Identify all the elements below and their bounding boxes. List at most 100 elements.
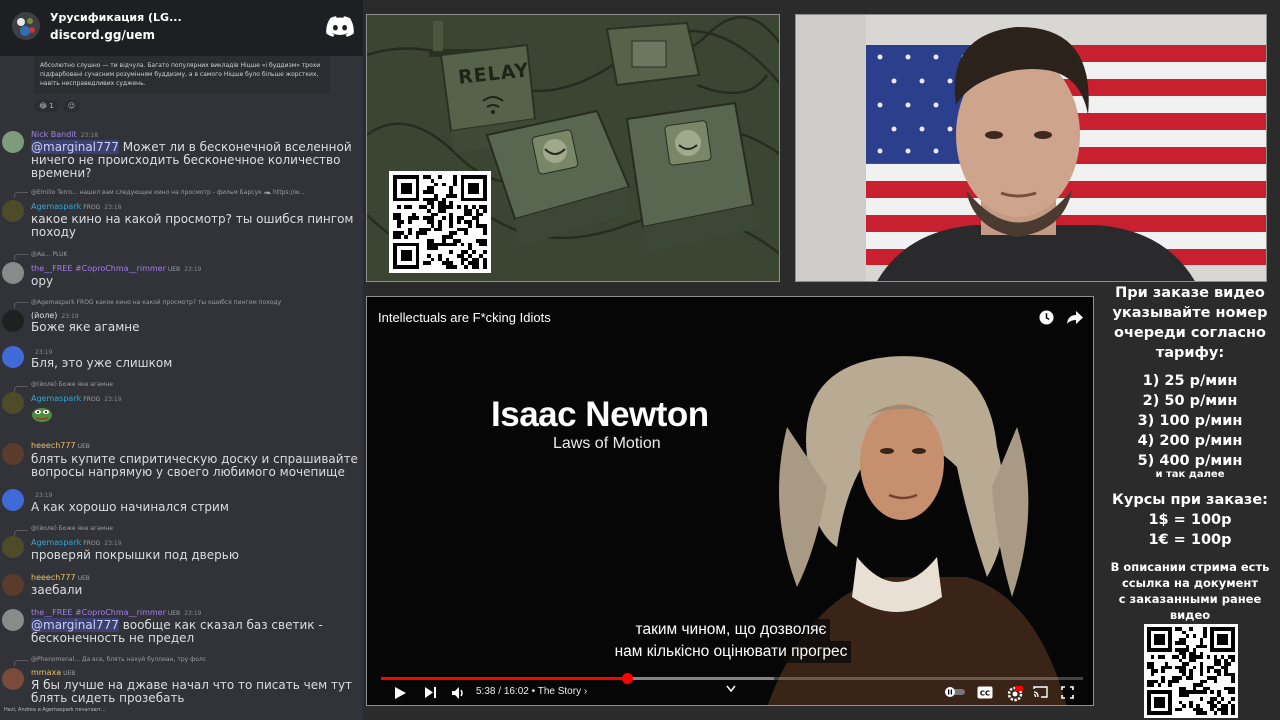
qr-module bbox=[1161, 669, 1165, 673]
reaction-laugh[interactable]: 😂 1 bbox=[34, 100, 59, 112]
qr-module bbox=[464, 265, 469, 269]
qr-module bbox=[1203, 644, 1207, 649]
qr-module bbox=[1206, 655, 1211, 659]
webcam-scene bbox=[796, 15, 1266, 281]
qr-module bbox=[400, 182, 412, 194]
message-time: 23:19 bbox=[104, 540, 122, 547]
reply-preview[interactable]: @Emilio Terro... нашел вам следующее кин… bbox=[31, 189, 305, 196]
message-author[interactable]: Agemaspark FROG 23:19 bbox=[31, 538, 122, 547]
qr-module bbox=[430, 205, 435, 209]
next-icon[interactable] bbox=[424, 686, 437, 699]
slide-heading: Isaac Newton bbox=[491, 395, 709, 434]
reaction-bar: 😂 1 ☺ bbox=[34, 100, 81, 112]
svg-text:CC: CC bbox=[980, 690, 990, 698]
qr-module bbox=[441, 208, 446, 213]
tariff-item: 5) 400 р/мин bbox=[1137, 453, 1243, 469]
reaction-emoji: ☺ bbox=[67, 102, 76, 110]
qr-module bbox=[1157, 683, 1162, 687]
settings-icon[interactable] bbox=[1007, 686, 1023, 702]
qr-module bbox=[1168, 683, 1172, 687]
qr-module bbox=[1203, 690, 1207, 694]
username: the__FREE #CoproChma__rimmer bbox=[31, 264, 166, 273]
stream-layout: Урусификация (LG... discord.gg/uem Абсол… bbox=[0, 0, 1280, 720]
message-author[interactable]: Agemaspark FROG 23:19 bbox=[31, 394, 122, 403]
video-player[interactable]: Intellectuals are F*cking Idiots Isaac N… bbox=[366, 296, 1094, 706]
qr-module bbox=[441, 182, 446, 187]
volume-icon[interactable] bbox=[451, 686, 465, 700]
reply-preview[interactable]: @Phenomenal... Да все, блять нахуй булли… bbox=[31, 656, 206, 663]
reply-connector bbox=[14, 192, 28, 198]
reply-preview[interactable]: @Aa... PLUK bbox=[31, 251, 67, 258]
discord-server-header[interactable]: Урусификация (LG... discord.gg/uem bbox=[0, 0, 363, 56]
qr-module bbox=[1154, 697, 1165, 708]
message-author[interactable]: Agemaspark FROG 23:18 bbox=[31, 202, 122, 211]
course-item: 1$ = 100р bbox=[1148, 512, 1232, 528]
message-author[interactable]: heeech777 UEB bbox=[31, 573, 94, 582]
message-author[interactable]: (йоле) 23:19 bbox=[31, 311, 79, 320]
message-time: 23:19 bbox=[184, 610, 202, 617]
qr-module bbox=[1231, 711, 1235, 715]
tariff-item: 1) 25 р/мин bbox=[1142, 373, 1238, 389]
qr-module bbox=[404, 235, 409, 239]
message-time: 23:19 bbox=[35, 492, 53, 499]
watch-later-icon[interactable] bbox=[1039, 310, 1054, 325]
play-icon[interactable] bbox=[393, 686, 407, 700]
chapter-label[interactable]: • The Story › bbox=[529, 686, 588, 697]
autoplay-toggle-icon[interactable] bbox=[945, 686, 965, 698]
message-author[interactable]: Nick Bandit 23:18 bbox=[31, 130, 98, 139]
progress-bar[interactable] bbox=[381, 673, 1083, 684]
role-badge: UEB bbox=[77, 443, 90, 450]
qr-module bbox=[449, 250, 454, 254]
relay-artwork-panel: RELAY bbox=[366, 14, 780, 282]
time-separator: / bbox=[495, 686, 504, 697]
qr-module bbox=[1154, 634, 1165, 645]
username: Agemaspark bbox=[31, 394, 82, 403]
qr-module bbox=[400, 220, 405, 224]
qr-module bbox=[1150, 655, 1155, 659]
reply-preview[interactable]: @Agemaspark FROG какое кино на какой про… bbox=[31, 299, 281, 306]
share-icon[interactable] bbox=[1067, 310, 1083, 325]
qr-module bbox=[471, 250, 476, 254]
tariff-item: 4) 200 р/мин bbox=[1137, 433, 1243, 449]
qr-module bbox=[423, 231, 427, 236]
message-text: Бля, это уже слишком bbox=[31, 356, 173, 370]
chevron-down-icon[interactable] bbox=[726, 685, 736, 693]
document-qr-code[interactable] bbox=[1144, 624, 1238, 718]
message-author[interactable]: the__FREE #CoproChma__rimmer UEB 23:19 bbox=[31, 608, 201, 617]
reaction-add[interactable]: ☺ bbox=[62, 100, 81, 112]
message-author[interactable]: 23:19 bbox=[31, 490, 52, 499]
info-line: тарифу: bbox=[1155, 345, 1225, 361]
caption-line: таким чином, що дозволяє bbox=[631, 619, 831, 641]
qr-module bbox=[464, 231, 469, 236]
qr-module bbox=[396, 235, 401, 239]
avatar bbox=[2, 310, 24, 332]
message-text: @marginal777 Может ли в бесконечной всел… bbox=[31, 140, 361, 180]
video-title[interactable]: Intellectuals are F*cking Idiots bbox=[378, 310, 551, 325]
reply-preview[interactable]: @(йоле) Боже яке агамне bbox=[31, 381, 113, 388]
qr-module bbox=[1178, 676, 1183, 680]
message-author[interactable]: mmaxa UEB bbox=[31, 668, 79, 677]
message-author[interactable]: heeech777 UEB bbox=[31, 441, 94, 450]
subtitles-icon[interactable]: CC bbox=[977, 686, 993, 699]
username: Agemaspark bbox=[31, 538, 82, 547]
tariff-item: 2) 50 р/мин bbox=[1142, 393, 1238, 409]
server-invite-link[interactable]: discord.gg/uem bbox=[50, 28, 155, 42]
avatar bbox=[2, 392, 24, 414]
user-mention[interactable]: @marginal777 bbox=[31, 140, 119, 154]
reply-preview[interactable]: @(йоле) Боже яке агамне bbox=[31, 525, 113, 532]
username: Nick Bandit bbox=[31, 130, 77, 139]
avatar bbox=[2, 609, 24, 631]
message-author[interactable]: the__FREE #CoproChma__rimmer UEB 23:19 bbox=[31, 264, 201, 273]
qr-module bbox=[1168, 665, 1172, 670]
message-author[interactable]: 23:19 bbox=[31, 347, 52, 356]
qr-module bbox=[434, 212, 439, 217]
cast-icon[interactable] bbox=[1033, 686, 1048, 698]
qr-module bbox=[1203, 711, 1207, 715]
qr-module bbox=[1189, 676, 1193, 680]
progress-played bbox=[381, 677, 628, 680]
user-mention[interactable]: @marginal777 bbox=[31, 618, 119, 632]
qr-module bbox=[1206, 669, 1211, 673]
role-badge: FROG bbox=[83, 204, 101, 211]
qr-code[interactable] bbox=[389, 171, 491, 273]
fullscreen-icon[interactable] bbox=[1061, 686, 1074, 699]
